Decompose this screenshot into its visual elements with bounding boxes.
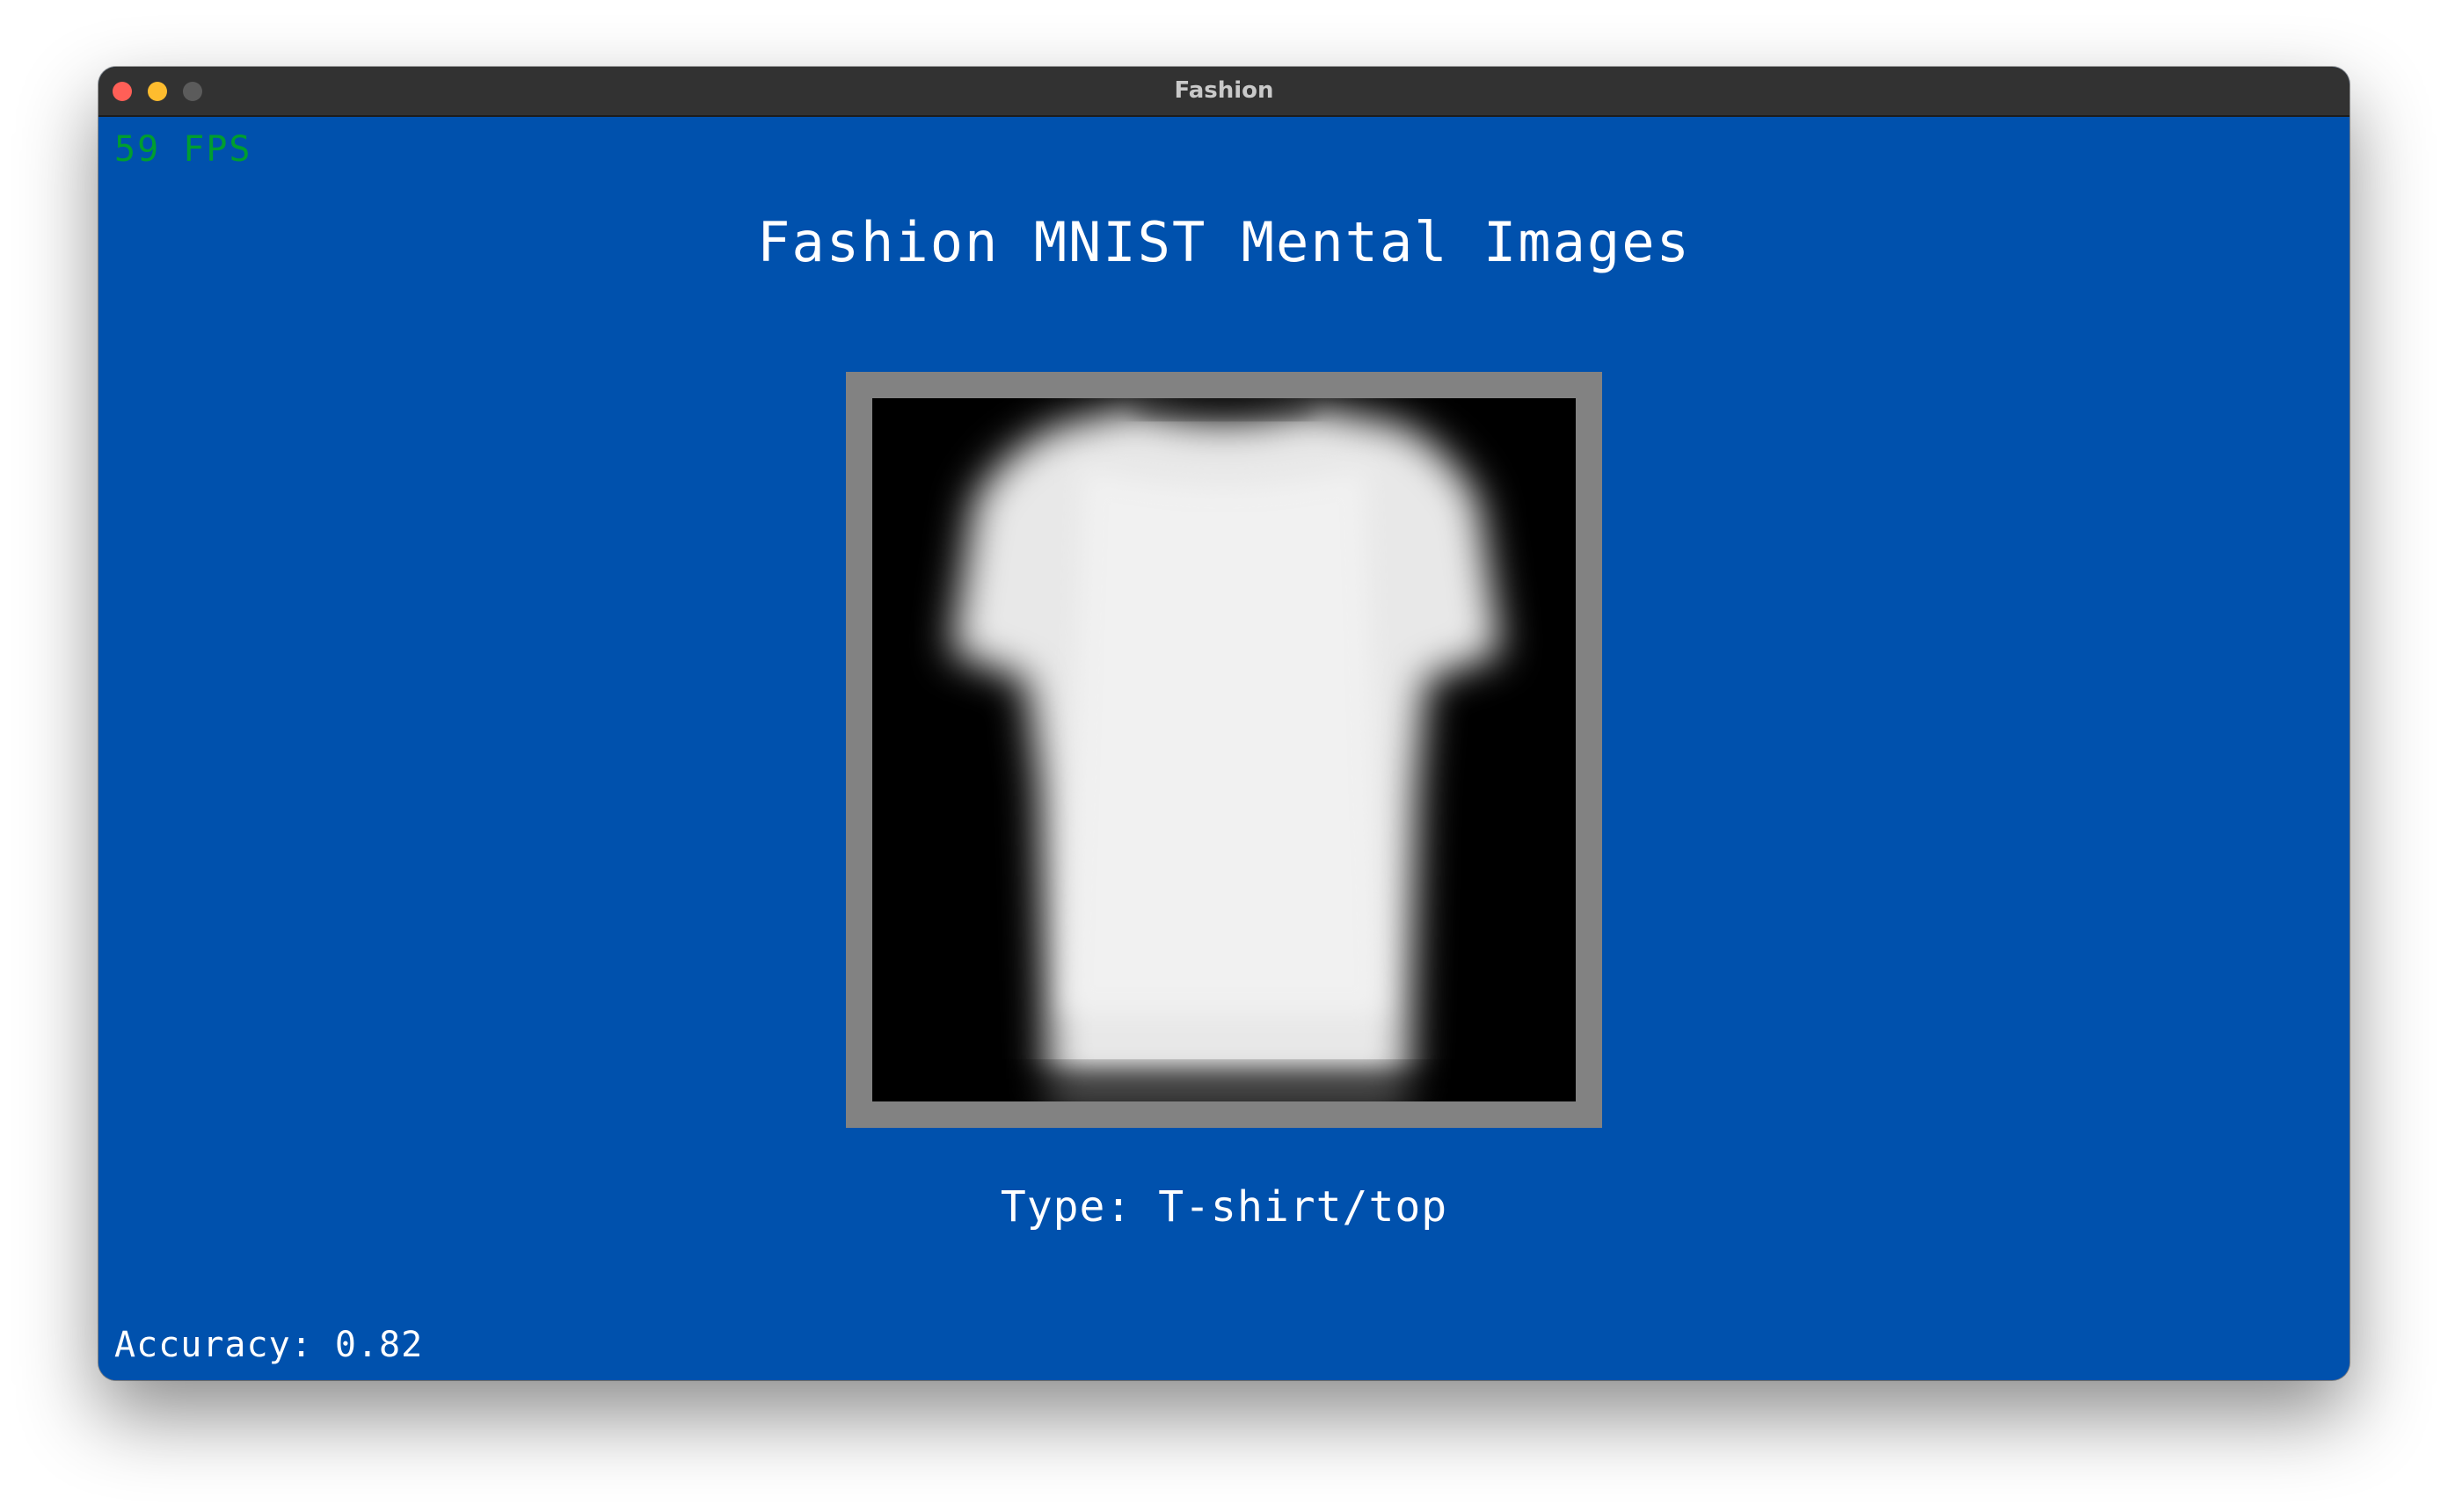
page-title: Fashion MNIST Mental Images bbox=[757, 210, 1691, 274]
app-window: Fashion 59 FPS Fashion MNIST Mental Imag… bbox=[98, 67, 2350, 1380]
accuracy-readout: Accuracy: 0.82 bbox=[114, 1325, 424, 1365]
fps-counter: 59 FPS bbox=[114, 129, 252, 170]
mental-image bbox=[872, 398, 1576, 1101]
tshirt-image-icon bbox=[872, 398, 1576, 1101]
window-title: Fashion bbox=[1174, 77, 1274, 104]
canvas-area: 59 FPS Fashion MNIST Mental Images Type:… bbox=[98, 117, 2350, 1380]
predicted-type-label: Type: T-shirt/top bbox=[1000, 1182, 1448, 1232]
title-bar[interactable]: Fashion bbox=[98, 67, 2350, 117]
image-frame bbox=[846, 372, 1602, 1128]
